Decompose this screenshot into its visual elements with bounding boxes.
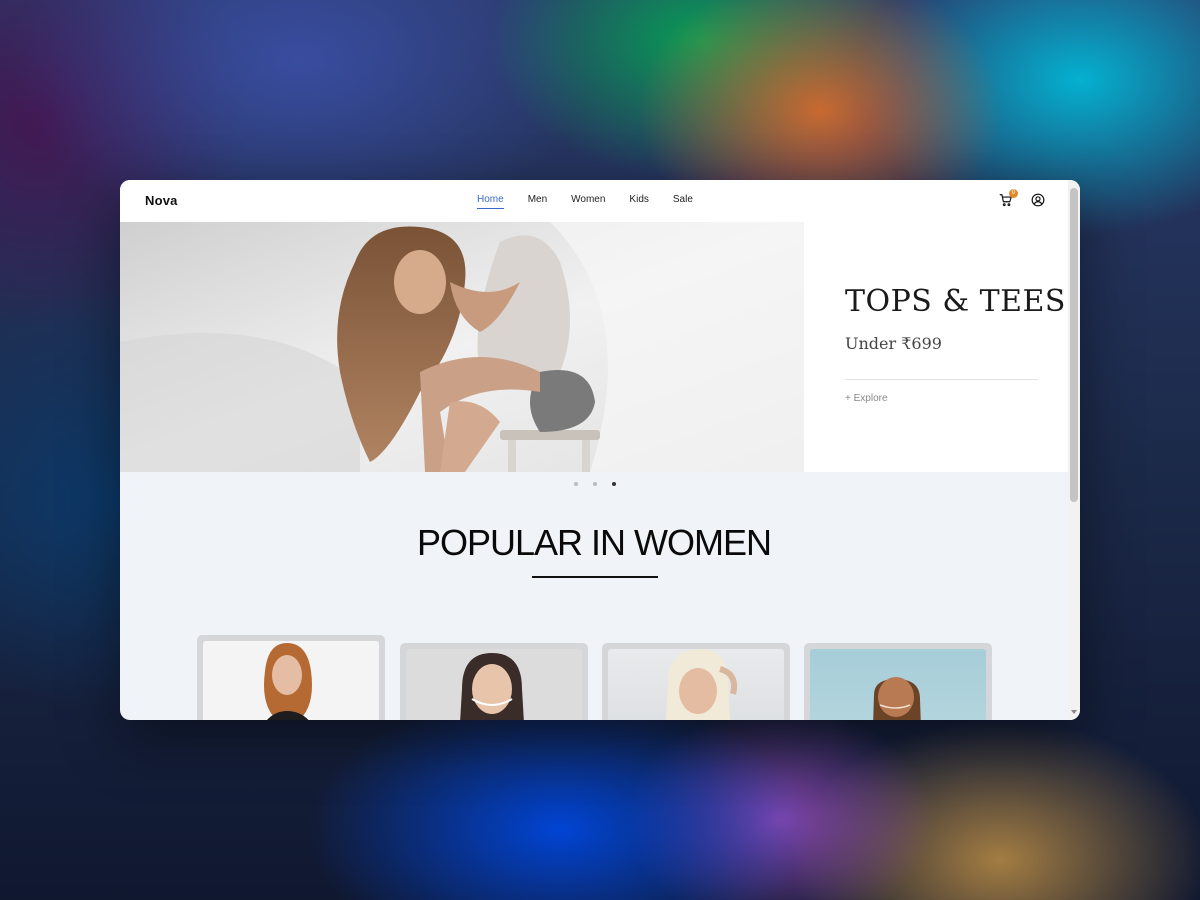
- product-image: [406, 649, 582, 720]
- hero-photo-illustration: [120, 222, 804, 472]
- nav-link-kids[interactable]: Kids: [629, 194, 648, 209]
- product-card[interactable]: [400, 643, 588, 720]
- product-image: [203, 641, 379, 720]
- section-title: POPULAR IN WOMEN: [416, 522, 772, 563]
- hero-text-panel: TOPS & TEES Under ₹699 + Explore: [804, 222, 1068, 472]
- user-circle-icon: [1031, 193, 1045, 207]
- account-button[interactable]: [1031, 193, 1046, 208]
- hero-subtitle: Under ₹699: [845, 334, 942, 353]
- product-image: [608, 649, 784, 720]
- explore-link[interactable]: + Explore: [845, 393, 888, 404]
- scrollbar-thumb[interactable]: [1070, 188, 1078, 502]
- nav-link-home[interactable]: Home: [477, 194, 504, 209]
- browser-window: Nova Home Men Women Kids Sale 0 TOPS & T…: [120, 180, 1080, 720]
- product-card[interactable]: [804, 643, 992, 720]
- nav-link-sale[interactable]: Sale: [673, 194, 693, 209]
- scroll-down-arrow-icon[interactable]: [1071, 710, 1077, 714]
- nav-link-women[interactable]: Women: [571, 194, 605, 209]
- hero-image: [120, 222, 804, 472]
- product-card[interactable]: [602, 643, 790, 720]
- product-image: [810, 649, 986, 720]
- brand-logo[interactable]: Nova: [145, 193, 178, 208]
- hero-banner: TOPS & TEES Under ₹699 + Explore: [120, 222, 1068, 472]
- hero-divider: [845, 379, 1038, 380]
- carousel-dot-3[interactable]: [612, 482, 616, 486]
- carousel-indicators: [574, 482, 616, 486]
- top-navbar: Nova Home Men Women Kids Sale 0: [120, 180, 1080, 222]
- carousel-dot-2[interactable]: [593, 482, 597, 486]
- carousel-dot-1[interactable]: [574, 482, 578, 486]
- nav-link-men[interactable]: Men: [528, 194, 547, 209]
- hero-title: TOPS & TEES: [845, 284, 1066, 319]
- cart-count-badge: 0: [1009, 189, 1018, 198]
- main-nav: Home Men Women Kids Sale: [477, 194, 717, 209]
- section-underline: [532, 576, 658, 578]
- product-card[interactable]: [197, 635, 385, 720]
- cart-button[interactable]: 0: [999, 189, 1018, 209]
